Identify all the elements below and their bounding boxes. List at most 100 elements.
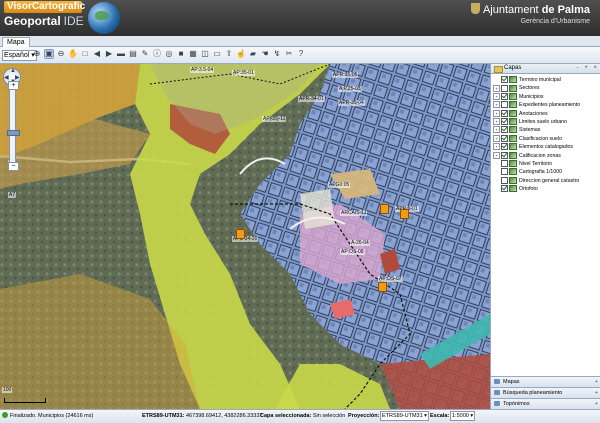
layer-checkbox[interactable] (501, 76, 508, 84)
zoom-plus-icon[interactable]: + (8, 81, 19, 90)
layer-item[interactable]: Direccion general catastro (493, 176, 600, 185)
layer-checkbox[interactable] (501, 185, 508, 193)
layer-checkbox[interactable] (501, 143, 508, 151)
expand-icon[interactable]: + (493, 126, 500, 134)
layer-item[interactable]: Cartografia 1/1000 (493, 168, 600, 176)
pan-left-icon[interactable]: ◀ (4, 74, 9, 81)
layer-item[interactable]: + Limites suelo urbano (493, 118, 600, 126)
pan-icon[interactable]: ✋ (68, 49, 78, 59)
accordion-1[interactable]: Búsqueda planeamiento + (491, 387, 600, 398)
layer-item[interactable]: + Anotaciones (493, 109, 600, 118)
layer-add-icon[interactable]: ◫ (200, 49, 210, 59)
expand-icon[interactable]: + (493, 92, 500, 100)
layer-checkbox[interactable] (501, 151, 508, 159)
zoom-minus-icon[interactable]: − (8, 162, 19, 171)
map-marker[interactable] (378, 282, 387, 292)
expand-icon[interactable]: + (595, 388, 598, 398)
layer-checkbox[interactable] (501, 92, 508, 100)
map-icon (494, 379, 500, 384)
info-icon[interactable]: ⓘ (152, 49, 162, 59)
layer-checkbox[interactable] (501, 101, 508, 109)
check-icon (2, 412, 8, 418)
expand-icon[interactable]: + (595, 399, 598, 409)
accordion-2[interactable]: Topónimos + (491, 398, 600, 409)
forward-icon[interactable]: ▶ (104, 49, 114, 59)
layer-item[interactable]: Termino municipal (493, 76, 600, 84)
layer-item[interactable]: + Elementos catalogados (493, 143, 600, 151)
map-marker[interactable] (236, 229, 245, 239)
map-zone-label: APR:35-05 (332, 72, 359, 78)
layer-label: Nivel Territorio (519, 160, 553, 167)
layer-checkbox[interactable] (501, 176, 508, 184)
layer-item[interactable]: + Sectores (493, 84, 600, 92)
area-icon[interactable]: ▤ (128, 49, 138, 59)
layer-checkbox[interactable] (501, 84, 508, 92)
zoom-out-icon[interactable]: ⊖ (56, 49, 66, 59)
locate-icon[interactable]: ◎ (164, 49, 174, 59)
layers-panel-header: Capas - + × (491, 64, 600, 74)
layer-item[interactable]: + Clasificacion suelo (493, 134, 600, 143)
help-icon[interactable]: ? (296, 49, 306, 59)
tab-bar: Mapa (0, 36, 600, 47)
pencil-icon[interactable]: ✎ (140, 49, 150, 59)
layer-checkbox[interactable] (501, 168, 508, 176)
expand-icon[interactable]: + (493, 109, 500, 117)
status-state: Finalizado. (2, 410, 37, 423)
map-canvas[interactable]: AP:3.5-04 AP:35-01 APR:35-05 A:P,25-03 AP(05… (0, 64, 490, 409)
expand-icon[interactable]: + (493, 84, 500, 92)
route-icon[interactable]: ↯ (272, 49, 282, 59)
zoom-extent-icon[interactable]: □ (80, 49, 90, 59)
language-value: Español (4, 52, 30, 59)
export-icon[interactable]: ⇪ (224, 49, 234, 59)
navigation-control: ▲ ▼ ◀ ▶ + − (3, 68, 23, 171)
expand-icon[interactable]: + (493, 151, 500, 159)
tab-mapa[interactable]: Mapa (2, 37, 30, 47)
scale-label: Escala: (430, 413, 450, 419)
scale-select[interactable]: 1:5000 ▾ (450, 410, 476, 423)
stop-icon[interactable]: ■ (176, 49, 186, 59)
layer-checkbox[interactable] (501, 134, 508, 142)
ruler-icon[interactable]: ▬ (116, 49, 126, 59)
layer-checkbox[interactable] (501, 126, 508, 134)
expand-icon[interactable]: + (493, 143, 500, 151)
print-icon[interactable]: ▦ (188, 49, 198, 59)
map-marker[interactable] (380, 204, 389, 214)
map-marker[interactable] (400, 209, 409, 219)
select-icon[interactable]: ▭ (212, 49, 222, 59)
layer-item[interactable]: + Expedientes planeamiento (493, 101, 600, 109)
panel-window-controls[interactable]: - + × (577, 64, 599, 73)
expand-icon[interactable]: + (595, 377, 598, 387)
zoom-slider-thumb[interactable] (7, 130, 20, 136)
map-zone-label: AP:3.5-04 (190, 67, 215, 73)
pan-right-icon[interactable]: ▶ (15, 74, 20, 81)
layer-item[interactable]: Ortofoto (493, 185, 600, 193)
zoom-box-icon[interactable]: ▣ (44, 49, 54, 59)
back-icon[interactable]: ◀ (92, 49, 102, 59)
projection-select[interactable]: ETRS89-UTM31 ▾ (380, 410, 429, 423)
expand-icon[interactable]: + (493, 134, 500, 142)
accordion-0[interactable]: Mapas + (491, 376, 600, 387)
layer-label: Direccion general catastro (519, 177, 580, 184)
tools-icon[interactable]: ✂ (284, 49, 294, 59)
shield-icon (470, 3, 480, 14)
expand-icon[interactable]: + (493, 101, 500, 109)
layer-item[interactable]: + Sistemas (493, 126, 600, 134)
pointer-icon[interactable]: ☝ (236, 49, 246, 59)
layer-item[interactable]: + Municipios (493, 92, 600, 101)
zoom-slider[interactable]: + − (7, 81, 20, 171)
layer-checkbox[interactable] (501, 109, 508, 117)
bookmark-icon[interactable]: ▰ (248, 49, 258, 59)
layer-checkbox[interactable] (501, 118, 508, 126)
map-zone-label: AP:35-01 (232, 70, 255, 76)
hand-icon[interactable]: ☚ (260, 49, 270, 59)
layer-icon (509, 176, 517, 184)
expand-icon[interactable]: + (493, 118, 500, 126)
layer-item[interactable]: Nivel Territorio (493, 160, 600, 168)
layer-checkbox[interactable] (501, 160, 508, 168)
accordion-label: Búsqueda planeamiento (503, 390, 563, 396)
organization-brand: Ajuntament de Palma Gerència d'Urbanisme (470, 3, 590, 27)
layers-panel: Capas - + × Termino municipal + Sectores + M… (490, 64, 600, 409)
zoom-in-icon[interactable]: ⊕ (32, 49, 42, 59)
layer-item[interactable]: + Calificacion zonas (493, 151, 600, 160)
layer-label: Sectores (519, 85, 540, 92)
